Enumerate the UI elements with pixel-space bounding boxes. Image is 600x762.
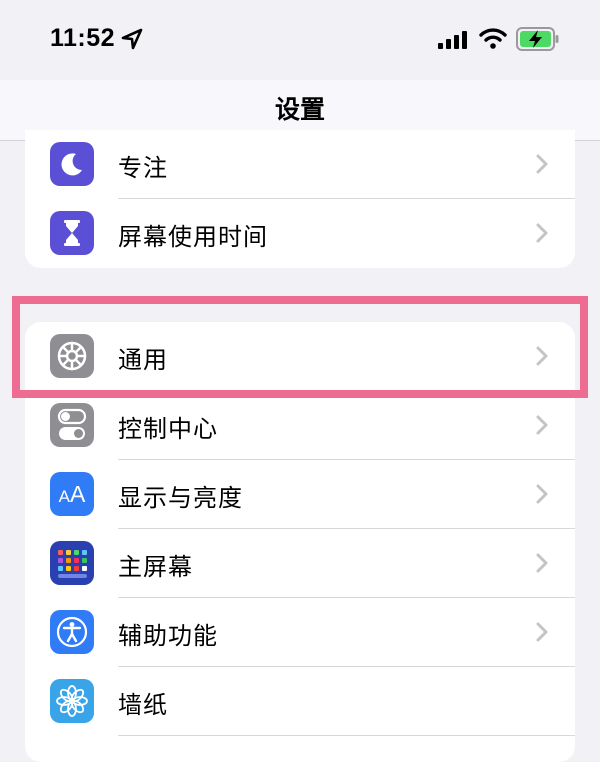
chevron-right-icon (536, 553, 548, 573)
highlight-box (12, 296, 588, 398)
toggle-switches-icon (50, 403, 94, 447)
chevron-right-icon (536, 223, 548, 243)
settings-row-display-brightness[interactable]: AA 显示与亮度 (25, 460, 575, 529)
hourglass-icon (50, 211, 94, 255)
settings-row-accessibility[interactable]: 辅助功能 (25, 598, 575, 667)
chevron-right-icon (536, 154, 548, 174)
status-time: 11:52 (50, 24, 116, 52)
row-divider (118, 735, 575, 736)
settings-row-label: 辅助功能 (118, 622, 218, 650)
settings-row-home-screen[interactable]: 主屏幕 (25, 529, 575, 598)
chevron-right-icon (536, 415, 548, 435)
wifi-icon (479, 28, 507, 49)
settings-row-label: 主屏幕 (118, 553, 193, 581)
home-screen-grid-icon (50, 541, 94, 585)
settings-row-screen-time[interactable]: 屏幕使用时间 (25, 199, 575, 268)
settings-row-control-center[interactable]: 控制中心 (25, 391, 575, 460)
settings-row-label: 显示与亮度 (118, 484, 243, 512)
settings-row-label: 屏幕使用时间 (118, 223, 268, 251)
flower-icon (50, 679, 94, 723)
battery-charging-icon (516, 27, 559, 51)
status-bar: 11:52 (0, 0, 600, 80)
chevron-right-icon (536, 484, 548, 504)
settings-row-label: 墙纸 (118, 691, 168, 719)
text-size-aa-icon: AA (50, 472, 94, 516)
settings-group-focus: 专注 屏幕使用时间 (25, 130, 575, 268)
moon-icon (50, 142, 94, 186)
location-arrow-icon (121, 28, 143, 50)
settings-row-label: 专注 (118, 154, 168, 182)
settings-row-focus[interactable]: 专注 (25, 130, 575, 199)
settings-row-wallpaper[interactable]: 墙纸 (25, 667, 575, 736)
settings-row-label: 控制中心 (118, 415, 218, 443)
accessibility-icon (50, 610, 94, 654)
chevron-right-icon (536, 622, 548, 642)
page-title: 设置 (274, 95, 325, 124)
cellular-signal-icon (438, 31, 467, 49)
